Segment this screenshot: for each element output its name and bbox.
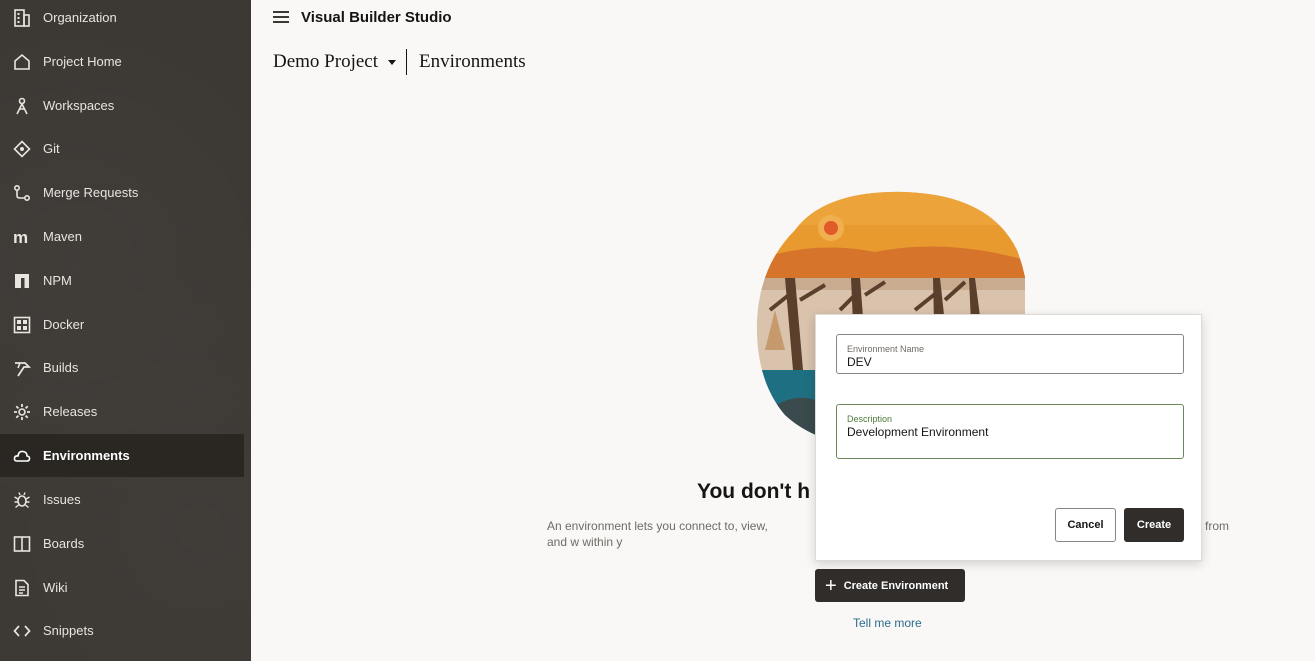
environment-name-input[interactable] xyxy=(847,355,1167,369)
tell-me-more-link[interactable]: Tell me more xyxy=(853,616,922,630)
sidebar-item-label: Workspaces xyxy=(43,98,115,113)
plus-icon: + xyxy=(825,574,837,597)
sidebar-item-label: Wiki xyxy=(43,580,68,595)
environment-name-field[interactable]: Environment Name xyxy=(836,334,1184,374)
description-input[interactable] xyxy=(847,425,1167,439)
sidebar-item-wiki[interactable]: Wiki xyxy=(0,566,244,609)
cloud-icon xyxy=(13,447,31,465)
sidebar-item-builds[interactable]: Builds xyxy=(0,346,244,389)
environment-name-label: Environment Name xyxy=(847,344,925,354)
sidebar-item-label: Project Home xyxy=(43,54,122,69)
workspace-icon xyxy=(13,97,31,115)
breadcrumb: Demo Project Environments xyxy=(273,48,526,76)
empty-state-description: An environment lets you connect to, view… xyxy=(547,519,768,549)
create-button[interactable]: Create xyxy=(1124,508,1184,542)
sidebar-item-environments[interactable]: Environments xyxy=(0,434,244,477)
sidebar-item-boards[interactable]: Boards xyxy=(0,522,244,565)
maven-icon: m xyxy=(13,228,31,246)
empty-state-heading: You don't h xyxy=(697,480,811,503)
sidebar-item-label: Boards xyxy=(43,536,85,551)
sidebar-item-project-home[interactable]: Project Home xyxy=(0,40,244,83)
chevron-down-icon[interactable] xyxy=(388,59,397,65)
home-icon xyxy=(13,53,31,71)
description-label: Description xyxy=(847,414,893,424)
sidebar-item-npm[interactable]: NPM xyxy=(0,259,244,302)
hamburger-menu-icon[interactable] xyxy=(273,11,289,25)
sidebar-item-label: Git xyxy=(43,141,60,156)
gear-icon xyxy=(13,403,31,421)
create-environment-button[interactable]: + Create Environment xyxy=(815,569,965,602)
building-icon xyxy=(13,8,31,27)
create-environment-label: Create Environment xyxy=(843,579,949,592)
project-selector[interactable]: Demo Project xyxy=(273,51,378,73)
docker-icon xyxy=(13,316,31,334)
sidebar-item-label: Releases xyxy=(43,404,98,419)
sidebar-item-snippets[interactable]: Snippets xyxy=(0,609,244,652)
sidebar-item-label: Merge Requests xyxy=(43,185,139,200)
merge-request-icon xyxy=(13,184,31,202)
sidebar-item-releases[interactable]: Releases xyxy=(0,390,244,433)
sidebar-item-label: Organization xyxy=(43,10,117,25)
bug-icon xyxy=(13,491,31,509)
cancel-button[interactable]: Cancel xyxy=(1055,508,1116,542)
sidebar-item-git[interactable]: Git xyxy=(0,127,244,170)
create-environment-dialog: Environment Name Description Cancel Crea… xyxy=(815,314,1202,561)
sidebar-item-issues[interactable]: Issues xyxy=(0,478,244,521)
empty-state-description-tail: from xyxy=(1205,519,1229,533)
sidebar-item-merge-requests[interactable]: Merge Requests xyxy=(0,171,244,214)
sidebar-item-label: Snippets xyxy=(43,623,94,638)
sidebar-item-label: Issues xyxy=(43,492,81,507)
sidebar: Organization Project Home Workspaces Git… xyxy=(0,0,251,661)
description-field[interactable]: Description xyxy=(836,404,1184,459)
npm-icon xyxy=(13,272,31,290)
sidebar-item-label: Environments xyxy=(43,448,130,463)
sidebar-item-maven[interactable]: m Maven xyxy=(0,215,244,258)
sidebar-item-organization[interactable]: Organization xyxy=(0,0,244,39)
board-icon xyxy=(13,535,31,553)
app-title: Visual Builder Studio xyxy=(301,9,452,26)
code-icon xyxy=(13,622,31,640)
document-icon xyxy=(13,579,31,597)
sidebar-item-label: Maven xyxy=(43,229,83,244)
sidebar-item-label: Docker xyxy=(43,317,85,332)
git-icon xyxy=(13,139,31,158)
sidebar-item-docker[interactable]: Docker xyxy=(0,303,244,346)
page-title: Environments xyxy=(419,51,526,72)
breadcrumb-divider xyxy=(406,49,408,75)
svg-text:m: m xyxy=(13,228,28,246)
builds-icon xyxy=(13,359,31,377)
sidebar-item-label: Builds xyxy=(43,360,79,375)
sidebar-item-label: NPM xyxy=(43,273,72,288)
sidebar-item-workspaces[interactable]: Workspaces xyxy=(0,84,244,127)
